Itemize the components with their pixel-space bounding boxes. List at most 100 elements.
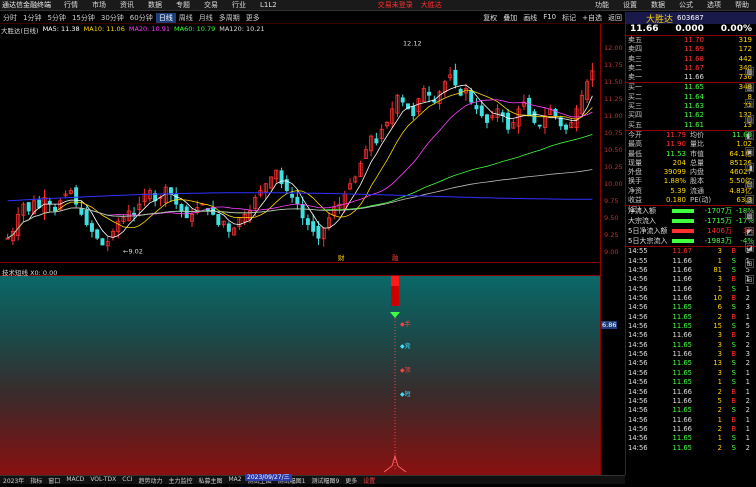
menu-function[interactable]: 功能: [588, 0, 616, 10]
side-icon-11[interactable]: ◩: [745, 227, 754, 236]
indicator-green-arrow: [390, 312, 400, 318]
bottom-tab[interactable]: 趋势动力: [135, 476, 165, 484]
candle-body: [168, 187, 173, 195]
candle-body: [506, 112, 511, 130]
ask-row[interactable]: 卖二 11.67 348: [626, 64, 756, 73]
period-1min[interactable]: 1分钟: [20, 13, 44, 23]
side-icon-8[interactable]: ▧: [745, 179, 754, 188]
bottom-tab[interactable]: MACD: [63, 476, 87, 484]
draw-button[interactable]: 画线: [520, 13, 540, 23]
bottom-tab[interactable]: 更多: [342, 476, 360, 484]
tick-row: 14:56 11.65 3 S 2: [626, 341, 756, 350]
tick-side: B: [731, 247, 736, 256]
bid-row[interactable]: 买一 11.65 348: [626, 83, 756, 92]
period-15min[interactable]: 15分钟: [69, 13, 98, 23]
menu-formula[interactable]: 公式: [672, 0, 700, 10]
candle-body: [179, 204, 184, 212]
bid-row[interactable]: 买三 11.63 72: [626, 102, 756, 111]
bottom-tab[interactable]: MA2: [225, 476, 244, 484]
stat-label: 总量: [690, 158, 704, 167]
bottom-tab[interactable]: CCI: [119, 476, 135, 484]
tick-row: 14:55 11.67 3 B 1: [626, 247, 756, 256]
bottom-tab[interactable]: 主力监控: [165, 476, 195, 484]
side-icon-13[interactable]: ⊞: [745, 259, 754, 268]
tick-volume: 2: [717, 424, 722, 433]
menu-item-l1l2[interactable]: L1L2: [253, 0, 284, 10]
overlay-button[interactable]: 叠加: [500, 13, 520, 23]
bottom-tab[interactable]: 指标: [27, 476, 45, 484]
period-60min[interactable]: 60分钟: [127, 13, 156, 23]
tick-side: S: [731, 322, 736, 331]
menu-item-trade[interactable]: 交易: [197, 0, 225, 10]
flow-row: 大宗流入 -1715万 -17%: [626, 216, 756, 226]
side-icon-7[interactable]: ◨: [745, 163, 754, 172]
menu-settings[interactable]: 设置: [616, 0, 644, 10]
stat-value: 1.88%: [663, 177, 686, 186]
bid-label: 买一: [628, 83, 642, 92]
ask-row[interactable]: 卖五 11.70 319: [626, 36, 756, 45]
crosshair-date: 2023/09/27/三: [245, 474, 292, 481]
period-more[interactable]: 更多: [243, 13, 263, 23]
ask-price: 11.67: [683, 63, 704, 72]
period-monthly[interactable]: 月线: [196, 13, 216, 23]
period-30min[interactable]: 30分钟: [98, 13, 127, 23]
indicator-panel[interactable]: ◆手 ◆竞 ◆顶 ◆短: [0, 276, 600, 475]
candle-body: [411, 105, 416, 117]
menu-item-industry[interactable]: 行业: [225, 0, 253, 10]
side-icon-9[interactable]: ▨: [745, 195, 754, 204]
period-multi[interactable]: 多周期: [216, 13, 243, 23]
side-icon-12[interactable]: ◪: [745, 243, 754, 252]
side-icon-10[interactable]: ▩: [745, 211, 754, 220]
bid-row[interactable]: 买四 11.62 132: [626, 111, 756, 120]
side-icon-5[interactable]: ◧: [745, 131, 754, 140]
candlestick-chart[interactable]: 12.12 ←9.02 财 融: [0, 34, 600, 262]
bid-row[interactable]: 买二 11.64 8: [626, 93, 756, 102]
period-daily[interactable]: 日线: [155, 12, 176, 23]
add-watchlist-button[interactable]: +自选: [579, 13, 605, 23]
period-5min[interactable]: 5分钟: [44, 13, 68, 23]
price-tick: 10.25: [604, 162, 623, 171]
capital-flows: 净流入额 -1707万 -18% 大宗流入 -1715万 -17% 5日净流入额 1406万 3…: [626, 206, 756, 246]
side-icon-6[interactable]: ▣: [745, 147, 754, 156]
ask-row[interactable]: 卖一 11.66 736: [626, 73, 756, 82]
bottom-tab[interactable]: 设置: [360, 476, 378, 484]
side-icon-3[interactable]: ◫: [745, 99, 754, 108]
bid-row[interactable]: 买五 11.61 13: [626, 121, 756, 130]
bottom-tab[interactable]: 私募主图: [195, 476, 225, 484]
menu-item-quotes[interactable]: 行情: [57, 0, 85, 10]
menu-help[interactable]: 帮助: [728, 0, 756, 10]
tick-time: 14:56: [628, 266, 648, 275]
menu-item-data[interactable]: 数据: [141, 0, 169, 10]
side-icon-14[interactable]: ⊟: [745, 275, 754, 284]
back-button[interactable]: 返回: [605, 13, 625, 23]
mark-button[interactable]: 标记: [559, 13, 579, 23]
tick-volume: 81: [713, 266, 722, 275]
side-icon-4[interactable]: ▤: [745, 115, 754, 124]
bottom-tab[interactable]: 测试幅图9: [308, 476, 342, 484]
indicator-axis: 6.86: [600, 262, 625, 475]
menu-options[interactable]: 选项: [700, 0, 728, 10]
bottom-tab[interactable]: VOL-TDX: [87, 476, 119, 484]
f10-button[interactable]: F10: [540, 13, 559, 23]
flow-bar: [672, 239, 700, 244]
bottom-tab[interactable]: 窗口: [45, 476, 63, 484]
tick-side: B: [731, 312, 736, 321]
side-icon-2[interactable]: ▥: [745, 83, 754, 92]
tick-row: 14:56 11.66 3 B 2: [626, 331, 756, 340]
adjust-button[interactable]: 复权: [480, 13, 500, 23]
menu-item-news[interactable]: 资讯: [113, 0, 141, 10]
menu-item-market[interactable]: 市场: [85, 0, 113, 10]
ask-row[interactable]: 卖四 11.69 172: [626, 45, 756, 54]
trade-login-status[interactable]: 交易未登录: [374, 0, 417, 10]
side-icon-1[interactable]: ▦: [745, 67, 754, 76]
candle-body: [290, 194, 295, 198]
flow-row: 净流入额 -1707万 -18%: [626, 206, 756, 216]
period-weekly[interactable]: 周线: [176, 13, 196, 23]
menu-data[interactable]: 数据: [644, 0, 672, 10]
period-tick[interactable]: 分时: [0, 13, 20, 23]
menu-item-topics[interactable]: 专题: [169, 0, 197, 10]
ask-row[interactable]: 卖三 11.68 442: [626, 55, 756, 64]
indicator-label: ◆手: [400, 320, 411, 328]
tick-list[interactable]: 14:55 11.67 3 B 1 14:55 11.66 1 S 1 14:56 11.66 81 S 5…: [626, 247, 756, 453]
ask-label: 卖二: [628, 63, 642, 72]
